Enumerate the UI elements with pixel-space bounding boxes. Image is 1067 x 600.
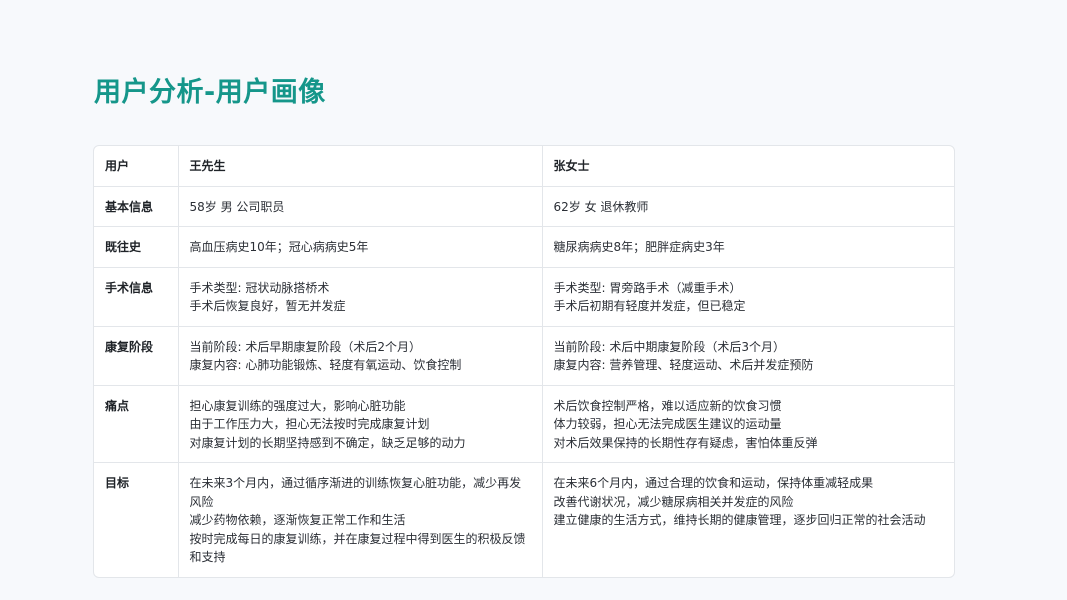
cell-line: 糖尿病病史8年；肥胖症病史3年	[553, 240, 725, 254]
cell-line: 手术类型: 胃旁路手术（减重手术）	[553, 280, 742, 295]
cell-line: 对术后效果保持的长期性存有疑虑，害怕体重反弹	[553, 435, 818, 450]
row-label: 手术信息	[94, 267, 179, 327]
cell-line: 康复内容: 营养管理、轻度运动、术后并发症预防	[553, 358, 814, 372]
cell-line: 减少药物依赖，逐渐恢复正常工作和生活	[189, 513, 406, 527]
header-cell-label: 用户	[94, 146, 179, 187]
cell-line: 62岁 女 退休教师	[553, 199, 649, 214]
row-label: 既往史	[94, 226, 179, 268]
cell-user-b: 糖尿病病史8年；肥胖症病史3年	[542, 226, 954, 268]
persona-table: 用户 王先生 张女士 基本信息 58岁 男 公司职员 62岁 女 退休教师 既往…	[94, 146, 954, 577]
cell-line: 体力较弱，担心无法完成医生建议的运动量	[553, 417, 782, 431]
header-cell-user-b: 张女士	[542, 146, 954, 187]
cell-line: 改善代谢状况，减少糖尿病相关并发症的风险	[553, 494, 794, 509]
cell-user-b: 在未来6个月内，通过合理的饮食和运动，保持体重减轻成果 改善代谢状况，减少糖尿病…	[542, 463, 954, 577]
cell-line: 当前阶段: 术后中期康复阶段（术后3个月）	[553, 339, 786, 354]
cell-line: 58岁 男 公司职员	[189, 199, 285, 214]
cell-user-a: 高血压病史10年；冠心病病史5年	[178, 226, 543, 268]
cell-line: 担心康复训练的强度过大，影响心脏功能	[189, 398, 406, 413]
cell-user-b: 62岁 女 退休教师	[542, 186, 954, 227]
cell-user-b: 当前阶段: 术后中期康复阶段（术后3个月） 康复内容: 营养管理、轻度运动、术后…	[542, 326, 954, 386]
cell-line: 康复内容: 心肺功能锻炼、轻度有氧运动、饮食控制	[189, 358, 462, 372]
cell-line: 高血压病史10年；冠心病病史5年	[189, 240, 369, 254]
table-header-row: 用户 王先生 张女士	[94, 146, 954, 187]
cell-user-a: 手术类型: 冠状动脉搭桥术 手术后恢复良好，暂无并发症	[178, 267, 543, 327]
row-label: 基本信息	[94, 186, 179, 227]
cell-line: 术后饮食控制严格，难以适应新的饮食习惯	[553, 398, 782, 413]
user-persona-table: 用户 王先生 张女士 基本信息 58岁 男 公司职员 62岁 女 退休教师 既往…	[93, 145, 955, 578]
table-row: 康复阶段 当前阶段: 术后早期康复阶段（术后2个月） 康复内容: 心肺功能锻炼、…	[94, 326, 954, 386]
cell-user-a: 在未来3个月内，通过循序渐进的训练恢复心脏功能，减少再发风险 减少药物依赖，逐渐…	[178, 462, 543, 577]
slide: 用户分析-用户画像 用户 王先生 张女士 基本信息 58岁 男 公司职员 62岁…	[0, 0, 1067, 600]
row-label: 目标	[94, 462, 179, 577]
row-label: 痛点	[94, 385, 179, 463]
header-cell-user-a: 王先生	[178, 146, 543, 187]
cell-line: 由于工作压力大，担心无法按时完成康复计划	[189, 417, 430, 431]
cell-user-b: 术后饮食控制严格，难以适应新的饮食习惯 体力较弱，担心无法完成医生建议的运动量 …	[542, 385, 954, 463]
cell-line: 建立健康的生活方式，维持长期的健康管理，逐步回归正常的社会活动	[553, 513, 926, 527]
table-row: 手术信息 手术类型: 冠状动脉搭桥术 手术后恢复良好，暂无并发症 手术类型: 胃…	[94, 267, 954, 327]
table-row: 既往史 高血压病史10年；冠心病病史5年 糖尿病病史8年；肥胖症病史3年	[94, 226, 954, 268]
table-body: 用户 王先生 张女士 基本信息 58岁 男 公司职员 62岁 女 退休教师 既往…	[94, 146, 954, 577]
cell-line: 对康复计划的长期坚持感到不确定，缺乏足够的动力	[189, 435, 466, 450]
cell-line: 当前阶段: 术后早期康复阶段（术后2个月）	[189, 339, 422, 354]
cell-line: 按时完成每日的康复训练，并在康复过程中得到医生的积极反馈和支持	[189, 531, 526, 565]
cell-user-a: 58岁 男 公司职员	[178, 186, 543, 227]
cell-line: 在未来3个月内，通过循序渐进的训练恢复心脏功能，减少再发风险	[189, 476, 522, 509]
cell-line: 手术类型: 冠状动脉搭桥术	[189, 280, 330, 295]
table-row: 痛点 担心康复训练的强度过大，影响心脏功能 由于工作压力大，担心无法按时完成康复…	[94, 385, 954, 463]
cell-user-a: 担心康复训练的强度过大，影响心脏功能 由于工作压力大，担心无法按时完成康复计划 …	[178, 385, 543, 463]
cell-line: 手术后恢复良好，暂无并发症	[189, 299, 346, 313]
cell-user-a: 当前阶段: 术后早期康复阶段（术后2个月） 康复内容: 心肺功能锻炼、轻度有氧运…	[178, 326, 543, 386]
page-title: 用户分析-用户画像	[94, 77, 326, 108]
table-row: 目标 在未来3个月内，通过循序渐进的训练恢复心脏功能，减少再发风险 减少药物依赖…	[94, 462, 954, 577]
row-label: 康复阶段	[94, 326, 179, 386]
table-row: 基本信息 58岁 男 公司职员 62岁 女 退休教师	[94, 186, 954, 227]
cell-user-b: 手术类型: 胃旁路手术（减重手术） 手术后初期有轻度并发症，但已稳定	[542, 267, 954, 327]
cell-line: 手术后初期有轻度并发症，但已稳定	[553, 299, 746, 313]
cell-line: 在未来6个月内，通过合理的饮食和运动，保持体重减轻成果	[553, 476, 874, 490]
